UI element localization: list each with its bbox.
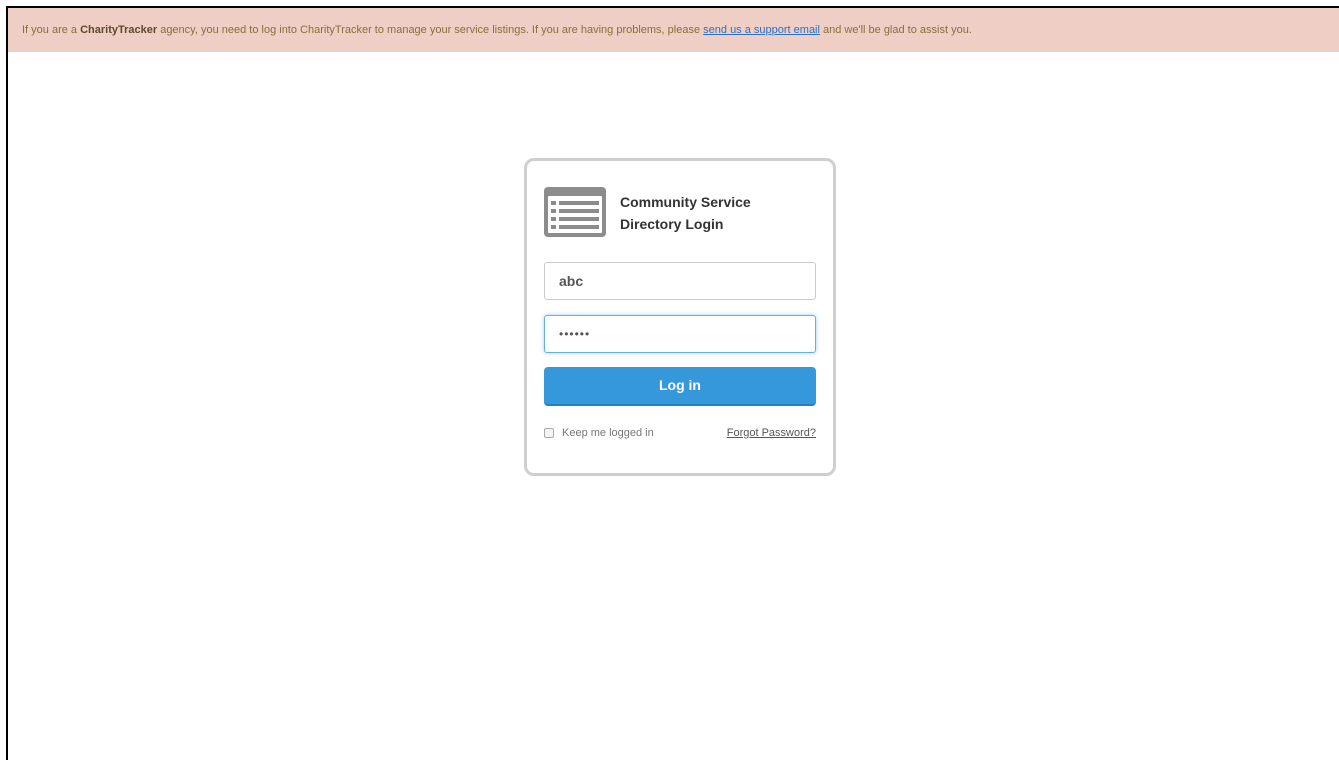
notice-middle: agency, you need to log into CharityTrac… [157,24,704,36]
login-card: Community Service Directory Login Log in… [524,158,836,476]
info-notice-bar: If you are a CharityTracker agency, you … [8,8,1339,52]
login-title-line2: Directory Login [620,216,724,232]
directory-list-icon [544,187,606,237]
support-email-link[interactable]: send us a support email [703,24,820,36]
keep-logged-in-checkbox[interactable] [544,428,554,438]
login-title-line1: Community Service [620,194,751,210]
notice-prefix: If you are a [22,24,81,36]
notice-brand: CharityTracker [80,24,158,36]
page-frame: If you are a CharityTracker agency, you … [6,6,1339,760]
keep-logged-in-label: Keep me logged in [562,427,654,439]
notice-suffix: and we'll be glad to assist you. [819,24,972,36]
forgot-password-link[interactable]: Forgot Password? [727,427,816,439]
login-title: Community Service Directory Login [620,191,800,235]
username-input[interactable] [544,262,816,300]
login-button[interactable]: Log in [544,367,816,406]
keep-logged-in[interactable]: Keep me logged in [544,427,654,439]
password-input[interactable] [544,315,816,353]
